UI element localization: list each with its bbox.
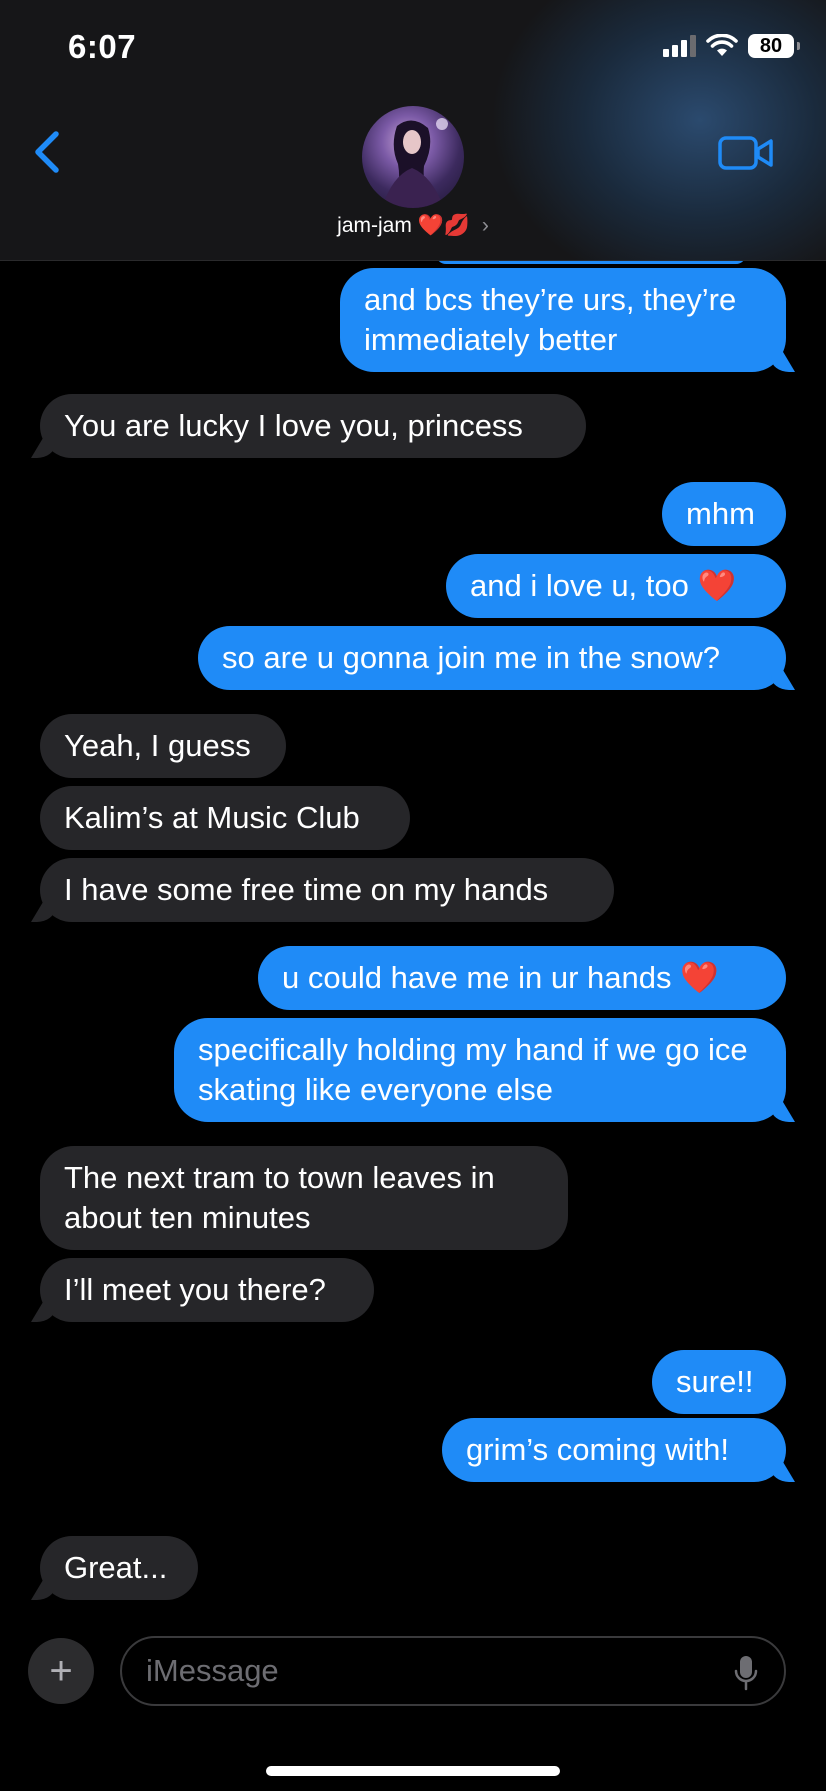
sent-message[interactable]: specifically holding my hand if we go ic… [174,1018,786,1122]
home-indicator[interactable] [266,1766,560,1776]
chevron-right-icon: › [481,214,489,237]
contact-name-row[interactable]: jam-jam ❤️💋 › [0,214,826,238]
received-message[interactable]: The next tram to town leaves in about te… [40,1146,568,1250]
message-text: u could have me in ur hands [282,960,681,995]
sent-message[interactable]: grim’s coming with! [442,1418,786,1482]
sent-message[interactable]: so are u gonna join me in the snow? [198,626,786,690]
sent-message[interactable]: sure!! [652,1350,786,1414]
message-input[interactable]: iMessage [120,1636,786,1706]
microphone-icon[interactable] [734,1655,758,1691]
wifi-icon [706,34,738,56]
heart-emoji: ❤️ [680,960,719,995]
back-chevron-icon[interactable] [26,128,70,176]
message-input-placeholder: iMessage [146,1653,279,1688]
status-icons: 80 [663,34,800,58]
received-message[interactable]: Kalim’s at Music Club [40,786,410,850]
sent-message[interactable]: and bcs they’re urs, they’re immediately… [340,268,786,372]
add-attachment-button[interactable]: + [28,1638,94,1704]
received-message[interactable]: I have some free time on my hands [40,858,614,922]
sent-message[interactable]: mhm [662,482,786,546]
cellular-signal-icon [663,35,696,57]
conversation-header: 6:07 80 jam-jam ❤️💋 › [0,0,826,261]
contact-name: jam-jam [337,214,412,237]
received-message[interactable]: Yeah, I guess [40,714,286,778]
received-message[interactable]: Great... [40,1536,198,1600]
battery-icon: 80 [748,34,800,58]
messages-screen: 6:07 80 jam-jam ❤️💋 › and bcs they’re ur… [0,0,826,1791]
status-time: 6:07 [68,28,137,65]
video-call-icon[interactable] [718,134,774,172]
message-text: and i love u, too [470,568,698,603]
received-message[interactable]: I’ll meet you there? [40,1258,374,1322]
contact-emojis: ❤️💋 [417,214,470,237]
avatar-image [382,118,448,208]
contact-avatar[interactable] [362,106,464,208]
heart-emoji: ❤️ [697,568,737,603]
received-message[interactable]: You are lucky I love you, princess [40,394,586,458]
plus-icon: + [49,1649,73,1693]
sent-message[interactable]: u could have me in ur hands ❤️ [258,946,786,1010]
sent-message[interactable]: and i love u, too ❤️ [446,554,786,618]
